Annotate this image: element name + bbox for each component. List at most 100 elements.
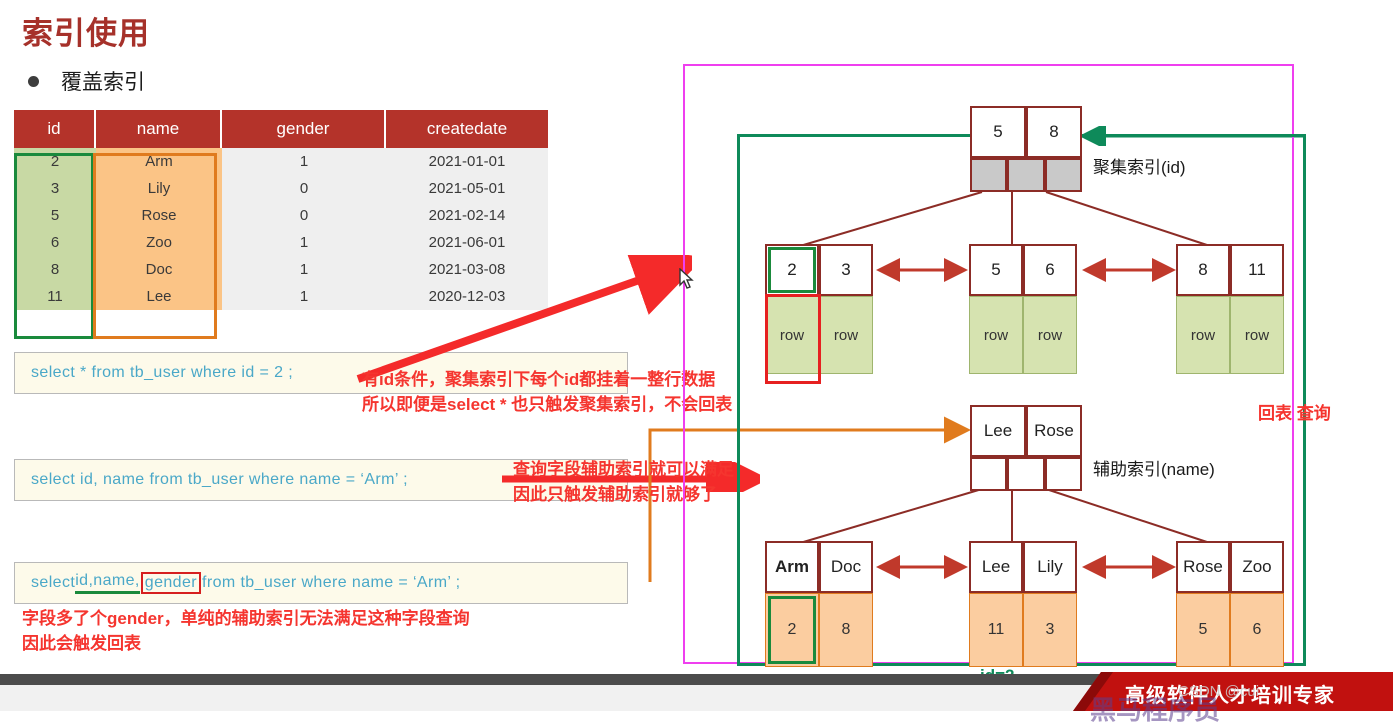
sql-statement-3-boxed-field: gender bbox=[140, 572, 202, 594]
clustered-root-key-0: 5 bbox=[970, 106, 1026, 158]
secondary-leaf-1-key-0: Lee bbox=[969, 541, 1023, 593]
clustered-leaf-1-key-1: 6 bbox=[1023, 244, 1077, 296]
clustered-leaf-2-row-0: row bbox=[1176, 296, 1230, 374]
clustered-root-pointer-0 bbox=[970, 158, 1007, 192]
annotation-note-3-line1: 字段多了个gender，单纯的辅助索引无法满足这种字段查询 bbox=[22, 609, 470, 628]
table-cell-name: Arm bbox=[96, 148, 222, 175]
column-header-id: id bbox=[14, 110, 96, 148]
secondary-leaf-0-id-0: 2 bbox=[765, 593, 819, 667]
secondary-leaf-1-key-1: Lily bbox=[1023, 541, 1077, 593]
table-cell-createdate: 2021-06-01 bbox=[386, 229, 548, 256]
secondary-root-key-0: Lee bbox=[970, 405, 1026, 457]
secondary-leaf-0-key-1: Doc bbox=[819, 541, 873, 593]
table-cell-gender: 0 bbox=[222, 175, 386, 202]
table-cell-id: 8 bbox=[14, 256, 96, 283]
secondary-leaf-1-id-0: 11 bbox=[969, 593, 1023, 667]
table-row: 2 Arm 1 2021-01-01 bbox=[14, 148, 548, 175]
secondary-leaf-2-data: 5 6 bbox=[1176, 593, 1284, 667]
secondary-root-node: Lee Rose bbox=[970, 405, 1082, 491]
sql-statement-3-suffix: from tb_user where name = ‘Arm’ ; bbox=[202, 574, 461, 591]
page-title: 索引使用 bbox=[22, 16, 150, 51]
table-cell-createdate: 2021-02-14 bbox=[386, 202, 548, 229]
watermark-csdn: CSDN @cui bbox=[1178, 683, 1260, 700]
clustered-leaf-2-key-0: 8 bbox=[1176, 244, 1230, 296]
table-cell-name: Zoo bbox=[96, 229, 222, 256]
clustered-root-pointer-2 bbox=[1045, 158, 1082, 192]
secondary-leaf-0-data: 2 8 bbox=[765, 593, 873, 667]
secondary-leaf-2-key-1: Zoo bbox=[1230, 541, 1284, 593]
clustered-leaf-node-2: 8 11 row row bbox=[1176, 244, 1284, 374]
table-cell-id: 5 bbox=[14, 202, 96, 229]
secondary-leaf-1-keys: Lee Lily bbox=[969, 541, 1077, 593]
annotation-note-1: 有id条件，聚集索引下每个id都挂着一整行数据 所以即便是select * 也只… bbox=[362, 367, 732, 417]
table-cell-name: Lee bbox=[96, 283, 222, 310]
sql-statement-3-prefix: select bbox=[31, 574, 76, 591]
clustered-index-label: 聚集索引(id) bbox=[1093, 158, 1186, 177]
bullet-row: 覆盖索引 bbox=[28, 66, 145, 96]
clustered-leaf-1-key-0: 5 bbox=[969, 244, 1023, 296]
secondary-leaf-0-key-0: Arm bbox=[765, 541, 819, 593]
secondary-leaf-0-id-1: 8 bbox=[819, 593, 873, 667]
column-header-createdate: createdate bbox=[386, 110, 548, 148]
clustered-leaf-link-1-2 bbox=[1082, 258, 1176, 282]
bullet-dot-icon bbox=[28, 75, 39, 87]
secondary-index-connectors bbox=[799, 488, 1211, 544]
secondary-leaf-1-data: 11 3 bbox=[969, 593, 1077, 667]
secondary-root-pointer-0 bbox=[970, 457, 1007, 491]
secondary-leaf-link-0-1 bbox=[876, 555, 968, 579]
clustered-leaf-2-keys: 8 11 bbox=[1176, 244, 1284, 296]
secondary-index-label: 辅助索引(name) bbox=[1093, 460, 1215, 479]
clustered-root-pointers bbox=[970, 158, 1082, 192]
secondary-leaf-1-id-1: 3 bbox=[1023, 593, 1077, 667]
secondary-root-pointer-2 bbox=[1045, 457, 1082, 491]
clustered-leaf-1-row-0: row bbox=[969, 296, 1023, 374]
sql-statement-3[interactable]: select id,name, gender from tb_user where… bbox=[14, 562, 628, 604]
column-header-gender: gender bbox=[222, 110, 386, 148]
sql-statement-3-underlined-fields: id,name, bbox=[75, 572, 140, 594]
clustered-root-node: 5 8 bbox=[970, 106, 1082, 192]
clustered-index-connectors bbox=[799, 191, 1211, 247]
clustered-leaf-1-keys: 5 6 bbox=[969, 244, 1077, 296]
annotation-note-3-line2: 因此会触发回表 bbox=[22, 634, 141, 653]
clustered-root-pointer-1 bbox=[1007, 158, 1045, 192]
sql-statement-2-text: select id, name from tb_user where name … bbox=[31, 471, 408, 488]
table-cell-id: 2 bbox=[14, 148, 96, 175]
bullet-label: 覆盖索引 bbox=[61, 71, 145, 94]
secondary-leaf-0-keys: Arm Doc bbox=[765, 541, 873, 593]
secondary-leaf-node-2: Rose Zoo 5 6 bbox=[1176, 541, 1284, 667]
secondary-leaf-2-id-1: 6 bbox=[1230, 593, 1284, 667]
secondary-root-pointers bbox=[970, 457, 1082, 491]
mouse-cursor-icon bbox=[679, 268, 694, 289]
clustered-root-key-1: 8 bbox=[1026, 106, 1082, 158]
clustered-root-keys: 5 8 bbox=[970, 106, 1082, 158]
secondary-leaf-link-1-2 bbox=[1082, 555, 1176, 579]
clustered-leaf-0-row-0-highlight bbox=[765, 294, 821, 384]
table-row: 5 Rose 0 2021-02-14 bbox=[14, 202, 548, 229]
annotation-note-1-line1: 有id条件，聚集索引下每个id都挂着一整行数据 bbox=[362, 370, 716, 389]
huibiao-annotation: 回表 查询 bbox=[1258, 404, 1331, 423]
arrow-table-to-clustered-index bbox=[356, 255, 692, 383]
clustered-leaf-2-key-1: 11 bbox=[1230, 244, 1284, 296]
clustered-leaf-0-row-1: row bbox=[819, 296, 873, 374]
clustered-leaf-0-key-0: 2 bbox=[765, 244, 819, 296]
column-header-name: name bbox=[96, 110, 222, 148]
table-cell-createdate: 2021-05-01 bbox=[386, 175, 548, 202]
secondary-leaf-node-1: Lee Lily 11 3 bbox=[969, 541, 1077, 667]
clustered-leaf-0-keys: 2 3 bbox=[765, 244, 873, 296]
sql-statement-1-text: select * from tb_user where id = 2 ; bbox=[31, 364, 294, 381]
table-cell-id: 3 bbox=[14, 175, 96, 202]
clustered-leaf-2-row-1: row bbox=[1230, 296, 1284, 374]
table-cell-name: Lily bbox=[96, 175, 222, 202]
table-row: 3 Lily 0 2021-05-01 bbox=[14, 175, 548, 202]
clustered-leaf-0-key-1: 3 bbox=[819, 244, 873, 296]
table-cell-name: Rose bbox=[96, 202, 222, 229]
secondary-leaf-2-key-0: Rose bbox=[1176, 541, 1230, 593]
table-header-row: id name gender createdate bbox=[14, 110, 548, 148]
secondary-root-keys: Lee Rose bbox=[970, 405, 1082, 457]
table-cell-gender: 0 bbox=[222, 202, 386, 229]
secondary-leaf-2-keys: Rose Zoo bbox=[1176, 541, 1284, 593]
clustered-leaf-1-data: row row bbox=[969, 296, 1077, 374]
clustered-leaf-2-data: row row bbox=[1176, 296, 1284, 374]
table-cell-gender: 1 bbox=[222, 229, 386, 256]
secondary-leaf-2-id-0: 5 bbox=[1176, 593, 1230, 667]
